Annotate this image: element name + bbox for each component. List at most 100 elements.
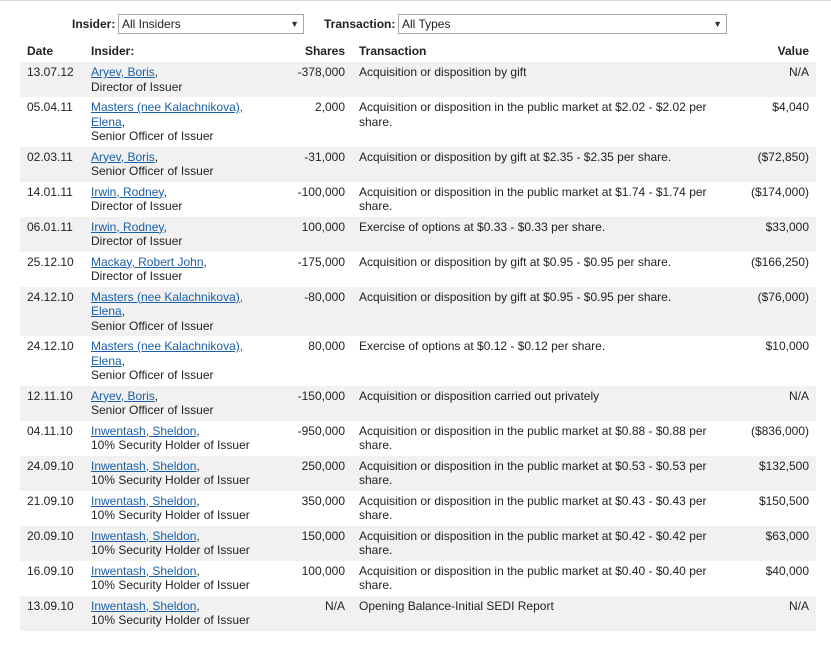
- cell-insider: Mackay, Robert John, Director of Issuer: [84, 251, 276, 287]
- column-header-insider: Insider:: [84, 40, 276, 62]
- cell-transaction: Acquisition or disposition by gift at $0…: [352, 251, 728, 287]
- cell-insider: Inwentash, Sheldon, 10% Security Holder o…: [84, 595, 276, 631]
- cell-transaction: Acquisition or disposition in the public…: [352, 560, 728, 596]
- table-row: 13.07.12 Aryev, Boris, Director of Issuer -…: [20, 62, 816, 97]
- column-header-shares: Shares: [276, 40, 352, 62]
- insider-link[interactable]: Irwin, Rodney: [91, 220, 163, 234]
- cell-insider: Inwentash, Sheldon, 10% Security Holder o…: [84, 560, 276, 596]
- table-row: 06.01.11 Irwin, Rodney, Director of Issuer…: [20, 216, 816, 252]
- cell-date: 12.11.10: [20, 385, 84, 421]
- insider-link[interactable]: Aryev, Boris: [91, 389, 155, 403]
- cell-transaction: Acquisition or disposition by gift: [352, 62, 728, 97]
- column-header-value: Value: [728, 40, 816, 62]
- cell-value: ($174,000): [728, 181, 816, 217]
- insider-link[interactable]: Aryev, Boris: [91, 65, 155, 79]
- cell-date: 14.01.11: [20, 181, 84, 217]
- column-header-transaction: Transaction: [352, 40, 728, 62]
- cell-shares: -950,000: [276, 420, 352, 456]
- insider-link[interactable]: Inwentash, Sheldon: [91, 529, 196, 543]
- cell-value: $33,000: [728, 216, 816, 252]
- cell-transaction: Acquisition or disposition by gift at $0…: [352, 286, 728, 336]
- cell-shares: -150,000: [276, 385, 352, 421]
- cell-transaction: Acquisition or disposition carried out p…: [352, 385, 728, 421]
- chevron-down-icon: ▼: [713, 19, 722, 29]
- insider-link[interactable]: Irwin, Rodney: [91, 185, 163, 199]
- cell-value: $132,500: [728, 455, 816, 491]
- insider-role: 10% Security Holder of Issuer: [91, 508, 250, 522]
- cell-date: 20.09.10: [20, 525, 84, 561]
- transaction-filter-select[interactable]: All Types ▼: [398, 14, 727, 34]
- table-row: 24.12.10 Masters (nee Kalachnikova), Elen…: [20, 286, 816, 336]
- cell-date: 05.04.11: [20, 97, 84, 147]
- cell-shares: 150,000: [276, 525, 352, 561]
- cell-transaction: Acquisition or disposition in the public…: [352, 490, 728, 526]
- insider-filter-value: All Insiders: [122, 17, 181, 31]
- cell-insider: Inwentash, Sheldon, 10% Security Holder o…: [84, 455, 276, 491]
- table-row: 25.12.10 Mackay, Robert John, Director of …: [20, 251, 816, 287]
- cell-date: 06.01.11: [20, 216, 84, 252]
- cell-transaction: Acquisition or disposition in the public…: [352, 97, 728, 147]
- cell-insider: Irwin, Rodney, Director of Issuer: [84, 181, 276, 217]
- cell-date: 02.03.11: [20, 146, 84, 182]
- cell-value: $63,000: [728, 525, 816, 561]
- insider-role: Senior Officer of Issuer: [91, 403, 214, 417]
- insider-link[interactable]: Mackay, Robert John: [91, 255, 204, 269]
- cell-shares: -100,000: [276, 181, 352, 217]
- insider-link[interactable]: Masters (nee Kalachnikova), Elena: [91, 339, 243, 368]
- cell-shares: -31,000: [276, 146, 352, 182]
- insider-filter-select[interactable]: All Insiders ▼: [118, 14, 304, 34]
- cell-shares: -80,000: [276, 286, 352, 336]
- insider-role: Senior Officer of Issuer: [91, 318, 214, 333]
- cell-transaction: Acquisition or disposition in the public…: [352, 455, 728, 491]
- cell-transaction: Opening Balance-Initial SEDI Report: [352, 595, 728, 631]
- cell-transaction: Acquisition or disposition in the public…: [352, 181, 728, 217]
- cell-date: 16.09.10: [20, 560, 84, 596]
- cell-insider: Aryev, Boris, Senior Officer of Issuer: [84, 146, 276, 182]
- cell-value: N/A: [728, 385, 816, 421]
- table-row: 24.09.10 Inwentash, Sheldon, 10% Security …: [20, 455, 816, 491]
- cell-insider: Masters (nee Kalachnikova), Elena, Senior…: [84, 336, 276, 386]
- column-header-date: Date: [20, 40, 84, 62]
- insider-link[interactable]: Inwentash, Sheldon: [91, 459, 196, 473]
- cell-transaction: Acquisition or disposition in the public…: [352, 420, 728, 456]
- transaction-filter-value: All Types: [402, 17, 451, 31]
- table-row: 13.09.10 Inwentash, Sheldon, 10% Security …: [20, 595, 816, 631]
- table-row: 02.03.11 Aryev, Boris, Senior Officer of I…: [20, 146, 816, 182]
- insider-link[interactable]: Masters (nee Kalachnikova), Elena: [91, 100, 243, 129]
- insider-role: Director of Issuer: [91, 199, 183, 213]
- cell-date: 24.09.10: [20, 455, 84, 491]
- cell-insider: Inwentash, Sheldon, 10% Security Holder o…: [84, 420, 276, 456]
- cell-value: $40,000: [728, 560, 816, 596]
- cell-date: 04.11.10: [20, 420, 84, 456]
- insider-link[interactable]: Inwentash, Sheldon: [91, 424, 196, 438]
- table-row: 14.01.11 Irwin, Rodney, Director of Issuer…: [20, 181, 816, 217]
- insider-role: 10% Security Holder of Issuer: [91, 543, 250, 557]
- cell-date: 25.12.10: [20, 251, 84, 287]
- cell-transaction: Exercise of options at $0.12 - $0.12 per…: [352, 336, 728, 386]
- insider-link[interactable]: Inwentash, Sheldon: [91, 494, 196, 508]
- insider-transactions-table: Date Insider: Shares Transaction Value 1…: [20, 40, 816, 631]
- insider-link[interactable]: Inwentash, Sheldon: [91, 599, 196, 613]
- cell-date: 24.12.10: [20, 336, 84, 386]
- cell-date: 13.09.10: [20, 595, 84, 631]
- transaction-filter-label: Transaction:: [324, 17, 396, 31]
- cell-shares: 250,000: [276, 455, 352, 491]
- cell-value: N/A: [728, 62, 816, 97]
- cell-insider: Irwin, Rodney, Director of Issuer: [84, 216, 276, 252]
- cell-date: 24.12.10: [20, 286, 84, 336]
- cell-value: $10,000: [728, 336, 816, 386]
- table-row: 20.09.10 Inwentash, Sheldon, 10% Security …: [20, 525, 816, 561]
- insider-link[interactable]: Inwentash, Sheldon: [91, 564, 196, 578]
- cell-insider: Inwentash, Sheldon, 10% Security Holder o…: [84, 525, 276, 561]
- insider-role: Director of Issuer: [91, 234, 183, 248]
- insider-link[interactable]: Masters (nee Kalachnikova), Elena: [91, 290, 243, 319]
- table-row: 12.11.10 Aryev, Boris, Senior Officer of I…: [20, 385, 816, 421]
- cell-shares: 350,000: [276, 490, 352, 526]
- cell-insider: Masters (nee Kalachnikova), Elena, Senior…: [84, 286, 276, 336]
- chevron-down-icon: ▼: [290, 19, 299, 29]
- insider-role: Senior Officer of Issuer: [91, 368, 214, 382]
- insider-role: 10% Security Holder of Issuer: [91, 613, 250, 627]
- insider-role: 10% Security Holder of Issuer: [91, 473, 250, 487]
- insider-link[interactable]: Aryev, Boris: [91, 150, 155, 164]
- cell-shares: 100,000: [276, 560, 352, 596]
